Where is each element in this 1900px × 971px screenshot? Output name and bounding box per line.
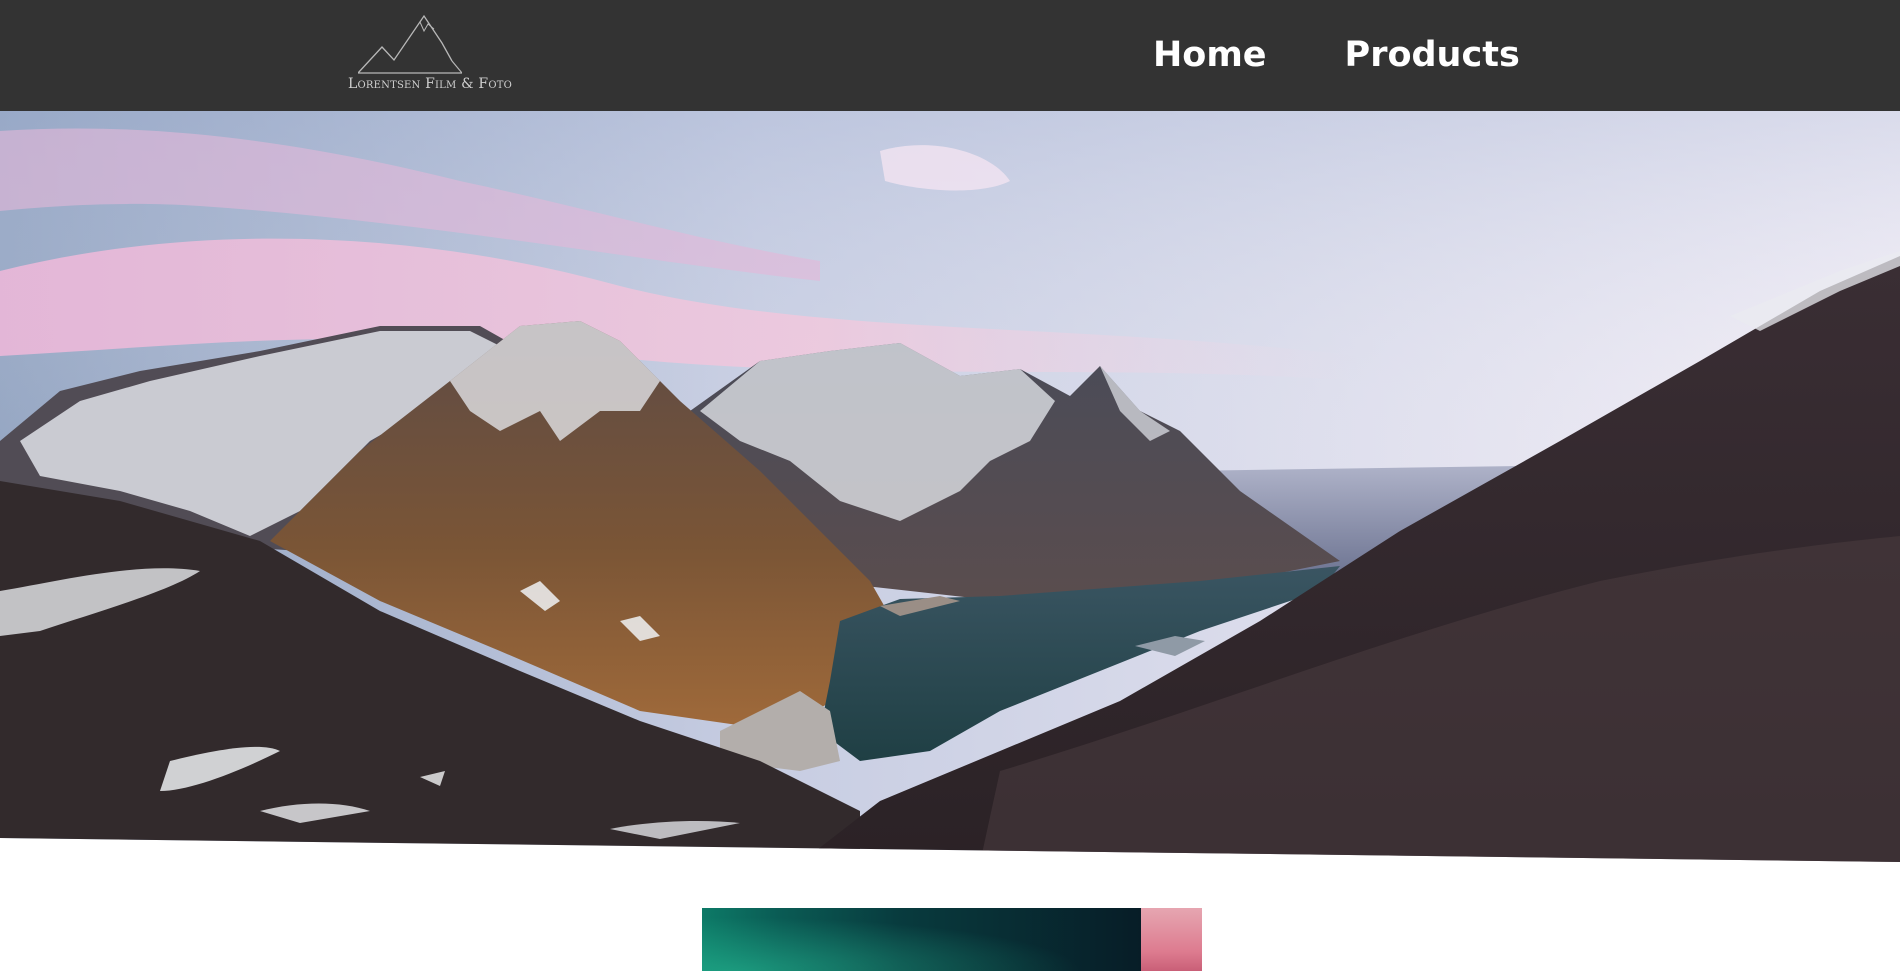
hero-banner: [0, 111, 1900, 862]
logo-text: Lorentsen Film & Foto: [348, 76, 512, 92]
aurora-photo-thumbnail[interactable]: [702, 908, 1141, 971]
site-header: Lorentsen Film & Foto Home Products: [0, 0, 1900, 111]
hero-landscape-image: [0, 111, 1900, 862]
mountain-logo-icon: [358, 14, 462, 74]
site-logo[interactable]: Lorentsen Film & Foto: [348, 13, 512, 97]
nav-home-link[interactable]: Home: [1130, 38, 1290, 73]
photo-gallery: [702, 908, 1202, 971]
main-nav: Home Products: [1130, 0, 1543, 111]
nav-products-link[interactable]: Products: [1322, 38, 1543, 73]
pink-sunset-photo-thumbnail[interactable]: [1141, 908, 1202, 971]
